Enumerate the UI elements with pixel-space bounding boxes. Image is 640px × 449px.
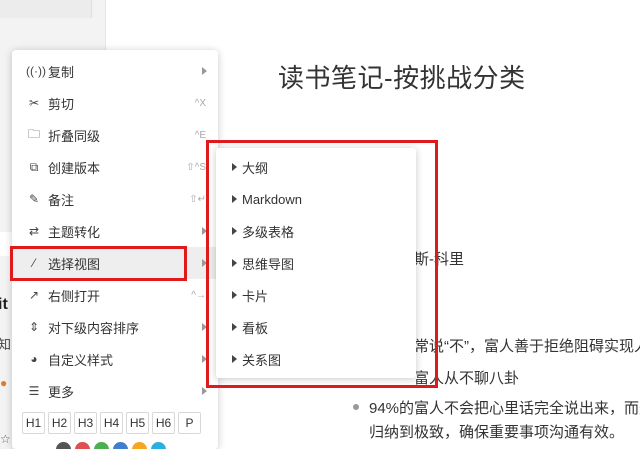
sidebar-fragment-title: it (0, 296, 8, 313)
shortcut-hint: ^E (194, 129, 206, 141)
menu-item-label: 复制 (48, 64, 75, 80)
doc-line: 常说“不”，富人善于拒绝阻碍实现人生 (414, 338, 640, 355)
chevron-right-icon (202, 387, 207, 395)
menu-item-label: 剪切 (48, 96, 75, 112)
menu-item-label: 右侧打开 (48, 288, 101, 304)
menu-item-more[interactable]: ☰ 更多 (12, 375, 218, 407)
color-swatch-row (56, 442, 166, 449)
menu-item-label: 创建版本 (48, 160, 101, 176)
menu-item-label: 折叠同级 (48, 128, 101, 144)
folder-icon: 🗀 (27, 126, 40, 141)
page-title: 读书笔记-按挑战分类 (278, 63, 526, 93)
sidebar-header-strip (0, 0, 92, 18)
menu-item-label: 更多 (48, 384, 75, 400)
sort-icon: ⇕ (28, 320, 40, 334)
shortcut-hint: ^→ (191, 289, 206, 301)
bullet-icon (353, 404, 359, 410)
swap-icon: ⇄ (28, 224, 40, 238)
menu-item-topic-convert[interactable]: ⇄ 主题转化 (12, 215, 218, 247)
menu-item-create-version[interactable]: ⧉ 创建版本 ⇧^S (12, 151, 218, 183)
star-icon[interactable]: ☆ (0, 432, 11, 446)
external-link-icon: ↗ (28, 288, 40, 302)
heading-h4-button[interactable]: H4 (100, 412, 123, 434)
heading-h2-button[interactable]: H2 (48, 412, 71, 434)
highlight-box-select-view (10, 246, 187, 281)
sidebar-fragment-icon: ● (0, 376, 8, 390)
menu-item-label: 备注 (48, 192, 75, 208)
menu-item-copy[interactable]: ((·)) 复制 (12, 55, 218, 87)
menu-item-sort-children[interactable]: ⇕ 对下级内容排序 (12, 311, 218, 343)
scissors-icon: ✂ (28, 96, 40, 110)
paragraph-button[interactable]: P (178, 412, 201, 434)
palette-icon: ◕ (30, 352, 38, 366)
menu-item-label: 对下级内容排序 (48, 320, 140, 336)
versions-icon: ⧉ (29, 159, 39, 174)
menu-item-open-right[interactable]: ↗ 右侧打开 ^→ (12, 279, 218, 311)
menu-item-fold-siblings[interactable]: 🗀 折叠同级 ^E (12, 119, 218, 151)
shortcut-hint: ⇧^S (186, 161, 206, 173)
shortcut-hint: ⇧↵ (189, 193, 206, 205)
menu-item-custom-style[interactable]: ◕ 自定义样式 (12, 343, 218, 375)
sidebar-fragment-text: 知 (0, 337, 12, 352)
broadcast-icon: ((·)) (26, 64, 46, 78)
shortcut-hint: ^X (194, 97, 206, 109)
menu-item-label: 自定义样式 (48, 352, 114, 368)
menu-item-note[interactable]: ✎ 备注 ⇧↵ (12, 183, 218, 215)
color-swatch[interactable] (56, 442, 71, 449)
heading-h5-button[interactable]: H5 (126, 412, 149, 434)
color-swatch[interactable] (94, 442, 109, 449)
highlight-box-view-submenu (206, 140, 438, 388)
doc-line: 94%的富人不会把心里话完全说出来，而是 (369, 400, 640, 417)
heading-h3-button[interactable]: H3 (74, 412, 97, 434)
color-swatch[interactable] (113, 442, 128, 449)
heading-h6-button[interactable]: H6 (152, 412, 175, 434)
menu-item-cut[interactable]: ✂ 剪切 ^X (12, 87, 218, 119)
heading-level-row: H1 H2 H3 H4 H5 H6 P (22, 412, 201, 434)
color-swatch[interactable] (151, 442, 166, 449)
color-swatch[interactable] (75, 442, 90, 449)
heading-h1-button[interactable]: H1 (22, 412, 45, 434)
pencil-icon: ✎ (28, 192, 40, 206)
color-swatch[interactable] (132, 442, 147, 449)
list-icon: ☰ (28, 384, 40, 398)
doc-line: 归纳到极致，确保重要事项沟通有效。 (369, 424, 625, 441)
chevron-right-icon (202, 67, 207, 75)
menu-item-label: 主题转化 (48, 224, 101, 240)
